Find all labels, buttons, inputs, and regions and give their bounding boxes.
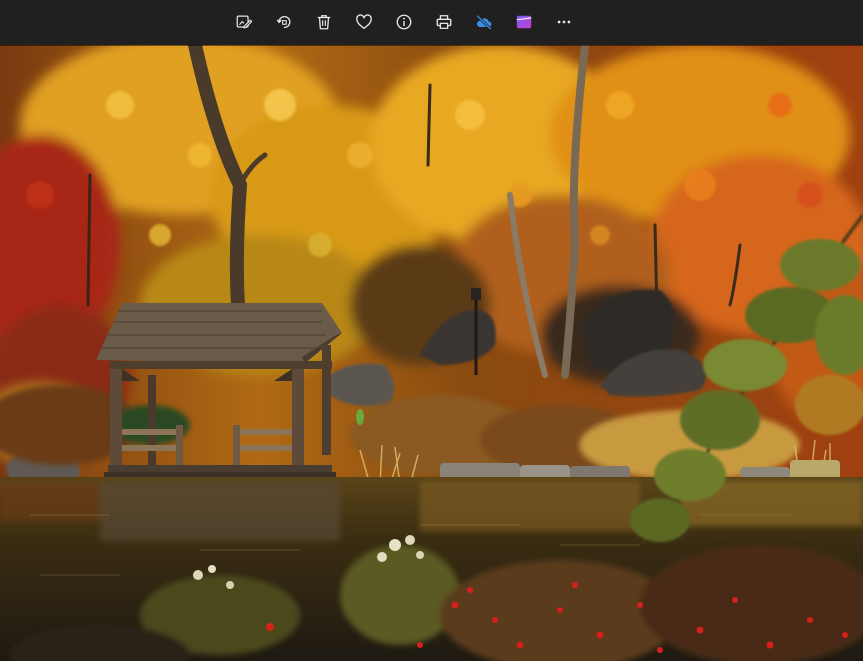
delete-icon xyxy=(317,15,331,30)
edit-image-button[interactable] xyxy=(228,6,260,38)
delete-button[interactable] xyxy=(308,6,340,38)
top-toolbar xyxy=(0,0,863,45)
favorite-button[interactable] xyxy=(348,6,380,38)
heart-icon xyxy=(356,14,372,29)
edit-image-icon xyxy=(236,15,253,29)
info-icon xyxy=(396,14,412,30)
onedrive-button[interactable] xyxy=(468,6,500,38)
rotate-button[interactable] xyxy=(268,6,300,38)
more-options-button[interactable] xyxy=(548,6,580,38)
clipchamp-icon xyxy=(516,15,532,29)
clipchamp-button[interactable] xyxy=(508,6,540,38)
rotate-icon xyxy=(276,16,291,29)
photo-viewer[interactable] xyxy=(0,45,863,661)
more-icon xyxy=(557,20,571,24)
print-icon xyxy=(436,15,452,29)
info-button[interactable] xyxy=(388,6,420,38)
print-button[interactable] xyxy=(428,6,460,38)
autumn-gazebo-pond-image xyxy=(0,45,863,661)
cloud-off-icon xyxy=(476,14,492,31)
